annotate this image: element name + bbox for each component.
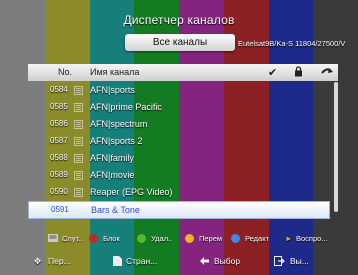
channel-filter-button[interactable]: Все каналы <box>125 34 235 51</box>
hint-play: Воспро... <box>296 234 328 243</box>
tv-channel-icon <box>74 154 83 163</box>
column-number: No. <box>58 67 73 77</box>
channel-name: AFN|movie <box>90 170 135 180</box>
channel-number: 0591 <box>51 205 69 214</box>
channel-number: 0590 <box>50 187 68 196</box>
nav-exit: Вы... <box>290 256 309 266</box>
tv-channel-icon <box>74 103 83 112</box>
hint-delete: Удал.. <box>151 234 173 243</box>
red-key-icon <box>89 234 98 243</box>
channel-name: AFN|family <box>90 153 134 163</box>
nav-page: Стран... <box>126 256 158 266</box>
scrollbar[interactable] <box>334 82 338 212</box>
enter-icon <box>199 256 210 268</box>
channel-name: AFN|spectrum <box>90 119 148 129</box>
color-key-hints: Слут.. Блок Удал.. Перем Редакт ► Воспро… <box>28 232 338 246</box>
move-arrow-icon <box>320 66 334 80</box>
tv-channel-icon <box>74 137 83 146</box>
navigation-hints: ✥ Пер... Стран... Выбор Вы... <box>14 252 344 270</box>
hint-edit: Редакт <box>245 234 270 243</box>
play-icon: ► <box>285 234 293 243</box>
channel-name: Reaper (EPG Video) <box>90 187 173 197</box>
channel-row[interactable]: 0585 AFN|prime Pacific <box>28 99 338 115</box>
nav-select: Выбор <box>214 256 241 266</box>
check-icon: ✔ <box>268 67 278 79</box>
channel-row[interactable]: 0588 AFN|family <box>28 150 338 166</box>
channel-number: 0589 <box>50 170 68 179</box>
column-name: Имя канала <box>90 67 140 77</box>
tv-channel-icon <box>74 120 83 129</box>
blue-key-icon <box>231 234 240 243</box>
hint-move: Перем <box>199 234 223 243</box>
page-title: Диспетчер каналов <box>123 13 235 27</box>
channel-name: AFN|sports 2 <box>90 136 143 146</box>
lock-icon <box>294 66 303 80</box>
channel-row[interactable]: 0584 AFN|sports <box>28 82 338 98</box>
channel-number: 0588 <box>50 153 68 162</box>
hint-lock: Блок <box>103 234 120 243</box>
channel-row[interactable]: 0586 AFN|spectrum <box>28 116 338 132</box>
list-header: No. Имя канала ✔ <box>28 64 338 81</box>
channel-row[interactable]: 0587 AFN|sports 2 <box>28 133 338 149</box>
green-key-icon <box>137 234 146 243</box>
nav-move: Пер... <box>48 256 71 266</box>
exit-icon <box>274 256 285 268</box>
channel-name: AFN|prime Pacific <box>90 102 162 112</box>
channel-name: AFN|sports <box>90 85 135 95</box>
tv-channel-icon <box>74 188 83 197</box>
channel-row[interactable]: 0590 Reaper (EPG Video) <box>28 184 338 200</box>
tv-channel-icon <box>74 171 83 180</box>
channel-number: 0586 <box>50 119 68 128</box>
channel-number: 0587 <box>50 136 68 145</box>
skip-icon <box>48 234 58 244</box>
tv-channel-icon <box>74 86 83 95</box>
channel-name: Bars & Tone <box>91 205 140 215</box>
navigate-icon: ✥ <box>34 256 42 266</box>
channel-row[interactable]: 0591 Bars & Tone <box>28 201 330 219</box>
satellite-info: Eutelsat9B/Ka-S 11804/27500/V <box>238 39 346 48</box>
channel-list[interactable]: 0584 AFN|sports 0585 AFN|prime Pacific 0586 A… <box>28 82 338 219</box>
channel-manager-osd: Диспетчер каналов Все каналы Eutelsat9B/… <box>14 6 345 271</box>
page-icon <box>113 256 122 268</box>
yellow-key-icon <box>185 234 194 243</box>
hint-skip: Слут.. <box>62 234 83 243</box>
channel-number: 0584 <box>50 85 68 94</box>
channel-row[interactable]: 0589 AFN|movie <box>28 167 338 183</box>
channel-number: 0585 <box>50 102 68 111</box>
